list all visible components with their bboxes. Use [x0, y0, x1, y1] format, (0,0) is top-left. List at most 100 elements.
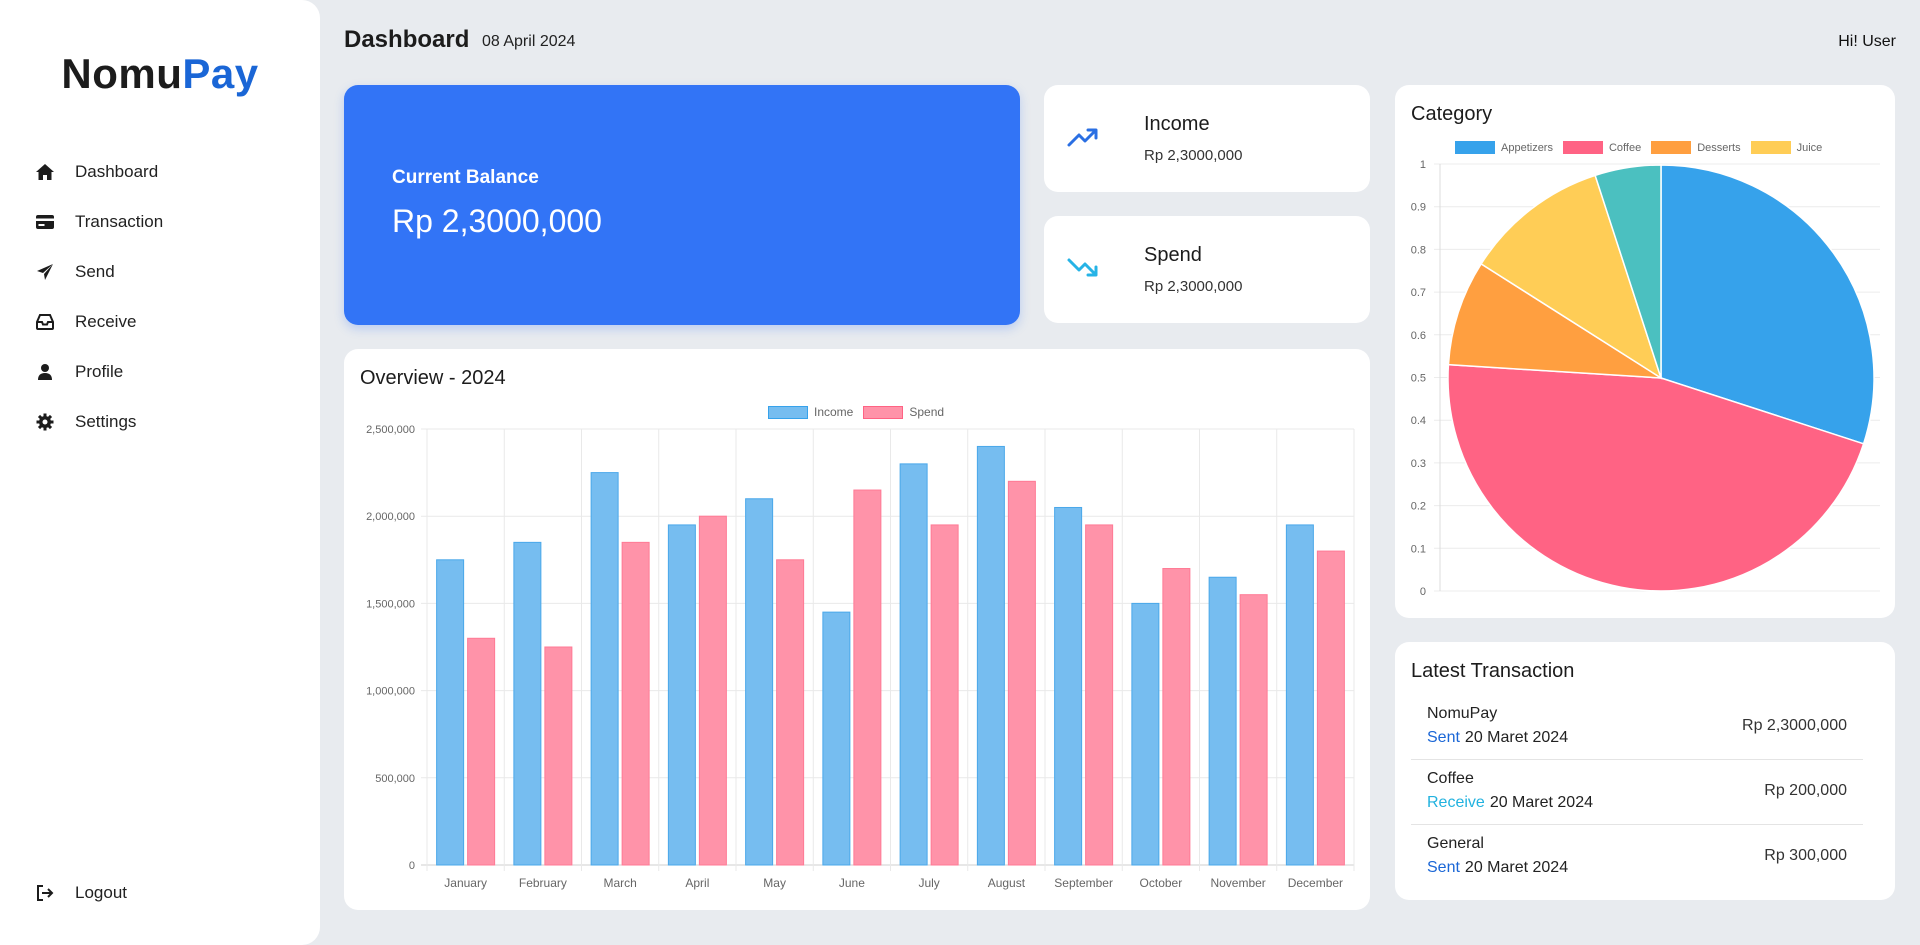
bar-income: [513, 541, 542, 866]
transaction-row[interactable]: Coffee Receive 20 Maret 2024 Rp 200,000: [1411, 760, 1863, 825]
brand-logo[interactable]: NomuPay: [0, 50, 320, 98]
y-tick-label: 1: [1420, 159, 1426, 171]
category-pie-chart[interactable]: 0 0.1 0.2 0.3 0.4 0.5 0.6 0.7 0.8 0.9 1: [1395, 85, 1895, 618]
bar-spend: [1007, 480, 1036, 866]
y-tick-label: 0: [1420, 586, 1426, 598]
bar-spend: [776, 559, 805, 866]
bar-spend: [467, 637, 496, 866]
bar-income: [899, 463, 928, 866]
sidebar-item-receive[interactable]: Receive: [32, 297, 292, 347]
transaction-meta: Sent 20 Maret 2024: [1427, 729, 1568, 747]
trending-down-icon: [1066, 256, 1106, 284]
sidebar-item-dashboard[interactable]: Dashboard: [32, 147, 292, 197]
sidebar-item-label: Transaction: [75, 212, 164, 231]
x-tick-label: June: [839, 876, 865, 890]
page-date: 08 April 2024: [482, 33, 576, 50]
bar-income: [436, 559, 465, 866]
bar-spend: [1162, 568, 1191, 866]
page-title: Dashboard: [344, 26, 470, 53]
y-tick-label: 1,000,000: [366, 686, 415, 698]
category-card: Category Appetizers Coffee Desserts Juic…: [1395, 85, 1895, 618]
transaction-meta: Receive 20 Maret 2024: [1427, 794, 1593, 812]
bar-income: [1131, 602, 1160, 866]
bar-spend: [930, 524, 959, 866]
sidebar-item-label: Settings: [75, 412, 137, 431]
x-tick-label: July: [918, 876, 939, 890]
y-tick-label: 0.6: [1411, 330, 1426, 342]
transactions-title: Latest Transaction: [1411, 660, 1575, 682]
sidebar-item-label: Send: [75, 262, 115, 281]
x-tick-label: December: [1288, 876, 1343, 890]
bar-spend: [698, 515, 727, 866]
income-card: Income Rp 2,3000,000: [1044, 85, 1370, 192]
spend-title: Spend: [1144, 244, 1202, 266]
user-greeting[interactable]: Hi! User: [1838, 33, 1896, 51]
user-icon: [32, 359, 58, 385]
card-icon: [32, 209, 58, 235]
bar-income: [1208, 576, 1237, 866]
bar-income: [745, 498, 774, 866]
balance-card: Current Balance Rp 2,3000,000: [344, 85, 1020, 325]
y-tick-label: 2,500,000: [366, 424, 415, 436]
sidebar-item-send[interactable]: Send: [32, 247, 292, 297]
x-tick-label: October: [1140, 876, 1183, 890]
logout-icon: [32, 880, 58, 906]
bar-income: [822, 611, 851, 866]
bar-income: [976, 445, 1005, 866]
bar-spend: [1316, 550, 1345, 866]
income-title: Income: [1144, 113, 1210, 135]
logout-button[interactable]: Logout: [32, 880, 127, 906]
transaction-amount: Rp 200,000: [1764, 782, 1847, 799]
transaction-row[interactable]: General Sent 20 Maret 2024 Rp 300,000: [1411, 825, 1863, 890]
bar-income: [590, 472, 619, 866]
transaction-amount: Rp 300,000: [1764, 847, 1847, 864]
send-icon: [32, 259, 58, 285]
sidebar-item-label: Receive: [75, 312, 137, 331]
sidebar: NomuPay Dashboard Transaction Send Recei…: [0, 0, 320, 945]
sidebar-item-profile[interactable]: Profile: [32, 347, 292, 397]
transaction-row[interactable]: NomuPay Sent 20 Maret 2024 Rp 2,3000,000: [1411, 695, 1863, 760]
sidebar-item-settings[interactable]: Settings: [32, 397, 292, 447]
bar-spend: [1085, 524, 1114, 866]
bar-income: [667, 524, 696, 866]
y-tick-label: 0.3: [1411, 458, 1426, 470]
y-tick-label: 0.4: [1411, 415, 1426, 427]
transaction-name: Coffee: [1427, 770, 1474, 787]
bar-spend: [621, 541, 650, 866]
trending-up-icon: [1066, 125, 1106, 153]
x-tick-label: August: [988, 876, 1026, 890]
overview-bar-chart[interactable]: 0 500,000 1,000,000 1,500,000 2,000,000 2,500…: [344, 349, 1370, 910]
y-tick-label: 0.2: [1411, 501, 1426, 513]
y-tick-label: 0.1: [1411, 543, 1426, 555]
inbox-icon: [32, 309, 58, 335]
spend-value: Rp 2,3000,000: [1144, 278, 1243, 295]
sidebar-nav: Dashboard Transaction Send Receive Profi…: [32, 147, 292, 447]
transaction-date: 20 Maret 2024: [1489, 794, 1593, 811]
bar-income: [1054, 506, 1083, 866]
y-tick-label: 2,000,000: [366, 511, 415, 523]
balance-title: Current Balance: [392, 167, 539, 188]
sidebar-item-label: Profile: [75, 362, 124, 381]
transaction-name: NomuPay: [1427, 705, 1498, 722]
y-tick-label: 0.9: [1411, 202, 1426, 214]
x-tick-label: January: [444, 876, 487, 890]
transaction-date: 20 Maret 2024: [1464, 859, 1569, 876]
income-value: Rp 2,3000,000: [1144, 147, 1243, 164]
sidebar-item-label: Dashboard: [75, 162, 159, 181]
gear-icon: [32, 409, 58, 435]
y-tick-label: 0.8: [1411, 244, 1426, 256]
y-tick-label: 500,000: [375, 773, 415, 785]
bar-spend: [1239, 594, 1268, 866]
sidebar-item-transaction[interactable]: Transaction: [32, 197, 292, 247]
y-tick-label: 0: [409, 860, 415, 872]
x-tick-label: November: [1210, 876, 1265, 890]
transaction-name: General: [1427, 835, 1484, 852]
transaction-status: Sent: [1427, 859, 1460, 876]
bar-spend: [853, 489, 882, 866]
x-tick-label: March: [603, 876, 636, 890]
overview-card: Overview - 2024 Income Spend 0 500,000 1,0…: [344, 349, 1370, 910]
x-tick-label: May: [763, 876, 786, 890]
x-tick-label: April: [685, 876, 709, 890]
transaction-status: Sent: [1427, 729, 1460, 746]
x-tick-label: February: [519, 876, 567, 890]
